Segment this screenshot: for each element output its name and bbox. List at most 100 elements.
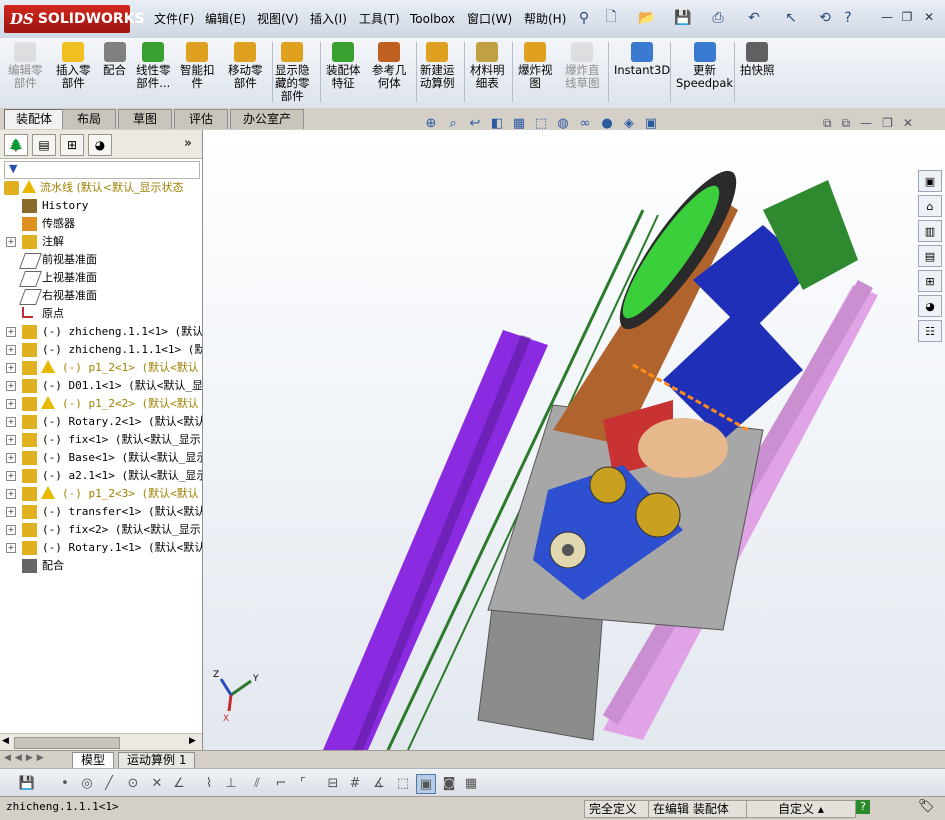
angle-icon[interactable]: ∠: [170, 774, 188, 792]
cmd-reference-geometry-button[interactable]: 参考几 何体: [372, 42, 407, 90]
menu-file[interactable]: 文件(F): [152, 10, 196, 28]
cmd-assembly-feature-button[interactable]: 装配体 特征: [326, 42, 361, 90]
tree-item-component[interactable]: + (-) fix<2> (默认<默认_显示: [0, 521, 202, 539]
expand-icon[interactable]: +: [6, 327, 16, 337]
expand-icon[interactable]: +: [6, 363, 16, 373]
tree-horizontal-scrollbar[interactable]: ◀ ▶: [0, 733, 202, 751]
tree-item-plane[interactable]: 前视基准面: [0, 251, 202, 269]
select-arrow-icon[interactable]: ↖: [781, 8, 801, 28]
file-explorer-icon[interactable]: ▤: [918, 245, 942, 267]
view-settings-icon[interactable]: ▣: [642, 114, 660, 132]
tree-item-annotation[interactable]: + 注解: [0, 233, 202, 251]
tree-item-component[interactable]: + (-) p1_2<3> (默认<默认: [0, 485, 202, 503]
appearances-icon[interactable]: ◕: [918, 295, 942, 317]
expand-icon[interactable]: +: [6, 471, 16, 481]
apply-scene-icon[interactable]: ◈: [620, 114, 638, 132]
shaded-box-icon[interactable]: ▣: [416, 774, 436, 794]
graphics-area[interactable]: Y Z X: [203, 130, 945, 750]
expand-icon[interactable]: +: [6, 381, 16, 391]
solidworks-resources-icon[interactable]: ▣: [918, 170, 942, 192]
save-icon[interactable]: 💾: [673, 8, 693, 28]
tab-assembly[interactable]: 装配体: [4, 109, 64, 129]
cmd-explode-line-sketch-button[interactable]: 爆炸直 线草图: [565, 42, 600, 90]
tree-filter[interactable]: ▼: [4, 161, 200, 179]
help-icon[interactable]: ?: [838, 8, 858, 28]
view-palette-icon[interactable]: ⊞: [918, 270, 942, 292]
tree-item-component[interactable]: + (-) zhicheng.1.1.1<1> (默认: [0, 341, 202, 359]
cmd-edit-component-button[interactable]: 编辑零 部件: [8, 42, 43, 90]
tree-item-component[interactable]: + (-) p1_2<1> (默认<默认: [0, 359, 202, 377]
custom-properties-icon[interactable]: ☷: [918, 320, 942, 342]
ruler-icon[interactable]: ⊟: [324, 774, 342, 792]
scroll-left-icon[interactable]: ◀: [2, 736, 9, 746]
tab-layout[interactable]: 布局: [62, 109, 116, 129]
hide-show-items-icon[interactable]: ∞: [576, 114, 594, 132]
line-icon[interactable]: ╱: [100, 774, 118, 792]
centerpoint-icon[interactable]: ⊙: [124, 774, 142, 792]
status-help-icon[interactable]: ?: [856, 800, 870, 814]
cmd-smart-fastener-button[interactable]: 智能扣 件: [180, 42, 215, 90]
scroll-right-icon[interactable]: ▶: [189, 736, 196, 746]
tile-right-icon[interactable]: ⧉: [842, 116, 851, 131]
smart-dimension-icon[interactable]: ⌇: [200, 774, 218, 792]
solidworks-logo[interactable]: DS SOLIDWORKS: [4, 5, 145, 33]
minimize-icon[interactable]: —: [878, 9, 896, 25]
tree-item-sensor[interactable]: 传感器: [0, 215, 202, 233]
tree-root-assembly[interactable]: 流水线 (默认<默认_显示状态: [0, 179, 202, 197]
circle-icon[interactable]: ◎: [78, 774, 96, 792]
close-icon[interactable]: ✕: [920, 9, 938, 25]
cmd-exploded-view-button[interactable]: 爆炸视 图: [518, 42, 553, 90]
doc-restore-icon[interactable]: ❐: [882, 116, 893, 131]
tab-motion-study[interactable]: 运动算例 1: [118, 752, 196, 769]
menu-view[interactable]: 视图(V): [255, 10, 301, 28]
expand-icon[interactable]: +: [6, 489, 16, 499]
open-folder-icon[interactable]: 📂: [637, 8, 657, 28]
cmd-linear-pattern-button[interactable]: 线性零 部件...: [136, 42, 171, 90]
tile-left-icon[interactable]: ⧉: [823, 116, 832, 131]
restore-icon[interactable]: ❐: [898, 9, 916, 25]
box-icon[interactable]: ⬚: [394, 774, 412, 792]
tree-item-component[interactable]: + (-) Rotary.2<1> (默认<默认: [0, 413, 202, 431]
print-icon[interactable]: ⎙: [708, 8, 728, 28]
doc-minimize-icon[interactable]: —: [860, 116, 872, 131]
undo-icon[interactable]: ↶: [744, 8, 764, 28]
tree-item-component[interactable]: + (-) Rotary.1<1> (默认<默认: [0, 539, 202, 557]
rebuild-icon[interactable]: ⟲: [815, 8, 835, 28]
scroll-thumb[interactable]: [14, 737, 120, 749]
design-library-icon[interactable]: ▥: [918, 220, 942, 242]
cmd-move-component-button[interactable]: 移动零 部件: [228, 42, 263, 90]
tree-item-history[interactable]: History: [0, 197, 202, 215]
view-orientation-icon[interactable]: ⬚: [532, 114, 550, 132]
status-units[interactable]: 自定义 ▴: [746, 800, 856, 818]
menu-tools[interactable]: 工具(T): [357, 10, 402, 28]
expand-icon[interactable]: +: [6, 417, 16, 427]
expand-icon[interactable]: +: [6, 345, 16, 355]
tab-evaluate[interactable]: 评估: [174, 109, 228, 129]
tab-model[interactable]: 模型: [72, 752, 115, 769]
section-view-icon[interactable]: ◧: [488, 114, 506, 132]
expand-icon[interactable]: +: [6, 525, 16, 535]
table-icon[interactable]: ▦: [462, 774, 480, 792]
fillet-icon[interactable]: ⌜: [294, 774, 312, 792]
tree-item-origin[interactable]: 原点: [0, 305, 202, 323]
cmd-speedpak-button[interactable]: 更新 Speedpak: [676, 42, 733, 90]
cmd-new-motion-study-button[interactable]: 新建运 动算例: [420, 42, 455, 90]
tab-sketch[interactable]: 草图: [118, 109, 172, 129]
new-document-icon[interactable]: 🗋: [601, 8, 621, 28]
tree-item-plane[interactable]: 右视基准面: [0, 287, 202, 305]
tab-scroll-arrows-icon[interactable]: ◀◀▶▶: [4, 753, 48, 763]
tree-item-mates[interactable]: 配合: [0, 557, 202, 575]
expand-icon[interactable]: +: [6, 543, 16, 553]
cmd-snapshot-button[interactable]: 拍快照: [740, 42, 775, 77]
expand-icon[interactable]: +: [6, 453, 16, 463]
cmd-mate-button[interactable]: 配合: [103, 42, 126, 77]
menu-help[interactable]: 帮助(H): [522, 10, 568, 28]
relation-icon[interactable]: ⊥: [222, 774, 240, 792]
measure-angle-icon[interactable]: ∡: [370, 774, 388, 792]
menu-window[interactable]: 窗口(W): [465, 10, 514, 28]
tree-item-component[interactable]: + (-) p1_2<2> (默认<默认: [0, 395, 202, 413]
display-manager-tab-icon[interactable]: ◕: [88, 134, 112, 156]
cmd-show-hidden-button[interactable]: 显示隐 藏的零 部件: [275, 42, 310, 103]
parallel-icon[interactable]: ⫽: [248, 774, 266, 792]
cmd-bom-button[interactable]: 材料明 细表: [470, 42, 505, 90]
